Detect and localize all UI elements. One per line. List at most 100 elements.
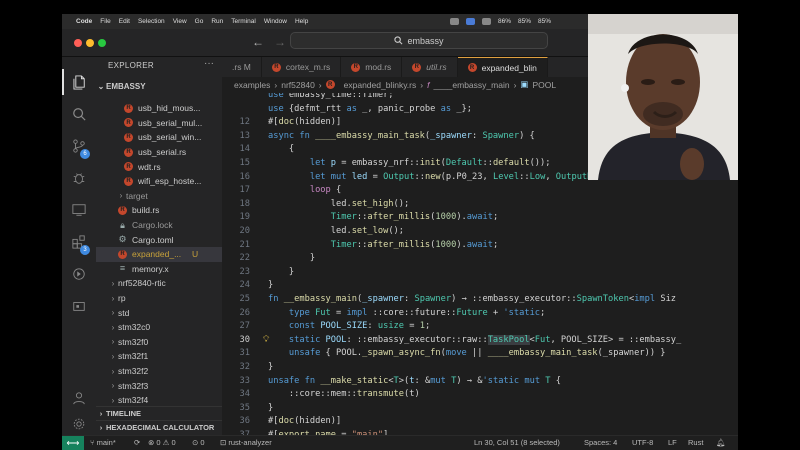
code-line[interactable]: 30 💡︎ static POOL: ::embassy_executor::ra… — [222, 334, 738, 348]
account-icon[interactable] — [62, 385, 96, 411]
tree-item[interactable]: ≡ memory.x — [96, 262, 222, 277]
extensions-icon[interactable]: 3 — [62, 229, 96, 255]
activity-bar: 6 3 — [62, 57, 96, 435]
code-line[interactable]: 32} — [222, 361, 738, 375]
workspace-header[interactable]: ⌄ EMBASSY — [96, 79, 222, 93]
code-line[interactable]: 22 } — [222, 252, 738, 266]
code-line[interactable]: 19 Timer::after_millis(1000).await; — [222, 211, 738, 225]
back-arrow-icon[interactable]: ← — [252, 35, 264, 49]
remote-indicator-icon[interactable]: ⟷ — [62, 436, 84, 450]
code-line[interactable]: 21 Timer::after_millis(1000).await; — [222, 239, 738, 253]
tree-item[interactable]: Rwifi_esp_hoste... — [96, 174, 222, 189]
tree-item[interactable]: › target — [96, 189, 222, 204]
more-actions-icon[interactable]: ··· — [204, 58, 214, 69]
containers-icon[interactable] — [62, 293, 96, 319]
sync-icon[interactable]: ⟳ — [134, 438, 140, 447]
tab-util[interactable]: Rutil.rs — [402, 57, 458, 77]
menu-file[interactable]: File — [100, 18, 110, 25]
breadcrumb-item[interactable]: nrf52840 — [281, 80, 315, 90]
tree-item[interactable]: › stm32f3 — [96, 378, 222, 393]
code-line[interactable]: 27 const POOL_SIZE: usize = 1; — [222, 320, 738, 334]
code-line[interactable]: 34 ::core::mem::transmute(t) — [222, 388, 738, 402]
timeline-section[interactable]: › TIMELINE — [96, 406, 222, 420]
menu-view[interactable]: View — [173, 18, 187, 25]
code-line[interactable]: 23 } — [222, 266, 738, 280]
tree-item[interactable]: Rusb_serial_win... — [96, 130, 222, 145]
tab-cortex-m[interactable]: Rcortex_m.rs — [262, 57, 342, 77]
breadcrumb-item[interactable]: ____embassy_main — [433, 80, 509, 90]
tree-item[interactable]: Rexpanded_... U — [96, 247, 222, 262]
zoom-window-button[interactable] — [98, 39, 106, 47]
tree-item[interactable]: › stm32f0 — [96, 335, 222, 350]
code-line[interactable]: 24} — [222, 279, 738, 293]
remote-explorer-icon[interactable] — [62, 197, 96, 223]
tree-item[interactable]: ⚙ Cargo.toml — [96, 232, 222, 247]
code-text: unsafe fn __make_static<T>(t: &mut T) → … — [268, 375, 561, 386]
code-line[interactable]: 25 fn __embassy_main(_spawner: Spawner) →… — [222, 293, 738, 307]
menu-app-name[interactable]: Code — [76, 18, 92, 25]
code-line[interactable]: 31 unsafe { POOL._spawn_async_fn(move ||… — [222, 347, 738, 361]
tree-item[interactable]: 🔒︎ Cargo.lock — [96, 218, 222, 233]
tree-item[interactable]: Rusb_serial_mul... — [96, 116, 222, 131]
rust-file-icon: R — [467, 63, 477, 72]
close-window-button[interactable] — [74, 39, 82, 47]
tab-mod[interactable]: Rmod.rs — [341, 57, 403, 77]
menu-help[interactable]: Help — [295, 18, 308, 25]
tree-item-label: stm32f1 — [118, 351, 149, 362]
command-center-search[interactable]: embassy — [290, 32, 548, 49]
tree-item-label: expanded_... — [132, 249, 182, 260]
code-text: loop { — [309, 185, 342, 196]
menu-go[interactable]: Go — [195, 18, 204, 25]
status-icon[interactable] — [450, 18, 459, 25]
encoding-status[interactable]: UTF-8 — [632, 438, 653, 447]
debug-icon[interactable] — [62, 165, 96, 191]
code-line[interactable]: 18 led.set_high(); — [222, 198, 738, 212]
indentation-status[interactable]: Spaces: 4 — [584, 438, 617, 447]
tab-modified-file[interactable]: .rs M — [222, 57, 262, 77]
search-icon[interactable] — [62, 101, 96, 127]
problems-status[interactable]: ⊗ 0 ⚠ 0 — [148, 438, 176, 447]
code-line[interactable]: 35} — [222, 402, 738, 416]
display-icon[interactable] — [482, 18, 491, 25]
breadcrumb-item[interactable]: expanded_blinky.rs — [344, 80, 417, 90]
code-line[interactable]: 17 loop { — [222, 184, 738, 198]
tree-item[interactable]: Rusb_serial.rs — [96, 145, 222, 160]
settings-gear-icon[interactable] — [62, 411, 96, 437]
code-line[interactable]: 36 #[doc(hidden)] — [222, 415, 738, 429]
tree-item[interactable]: › stm32f2 — [96, 364, 222, 379]
tree-item[interactable]: › stm32c0 — [96, 320, 222, 335]
forward-arrow-icon[interactable]: → — [274, 35, 286, 49]
language-mode[interactable]: Rust — [688, 438, 703, 447]
app-icon[interactable] — [466, 18, 475, 25]
line-number: 15 — [239, 158, 250, 168]
menu-window[interactable]: Window — [264, 18, 287, 25]
tab-expanded-blinky[interactable]: Rexpanded_blin — [457, 57, 548, 77]
tree-item[interactable]: Rbuild.rs — [96, 203, 222, 218]
code-line[interactable]: 26 type Fut = impl ::core::future::Futur… — [222, 307, 738, 321]
menu-run[interactable]: Run — [211, 18, 223, 25]
notifications-bell-icon[interactable]: 🔔︎ — [716, 438, 726, 447]
ports-status[interactable]: ⊙ 0 — [192, 438, 205, 447]
branch-status[interactable]: ⑂ main* — [90, 438, 116, 447]
code-line[interactable]: 33 unsafe fn __make_static<T>(t: &mut T) … — [222, 375, 738, 389]
explorer-icon[interactable] — [62, 69, 96, 95]
tree-item[interactable]: Rwdt.rs — [96, 159, 222, 174]
analyzer-status[interactable]: ⊡ rust-analyzer — [220, 438, 272, 447]
cursor-position[interactable]: Ln 30, Col 51 (8 selected) — [474, 438, 560, 447]
minimize-window-button[interactable] — [86, 39, 94, 47]
testing-icon[interactable] — [62, 261, 96, 287]
menu-selection[interactable]: Selection — [138, 18, 165, 25]
code-line[interactable]: 20 led.set_low(); — [222, 225, 738, 239]
breadcrumb-item[interactable]: POOL — [532, 80, 556, 90]
menu-edit[interactable]: Edit — [119, 18, 130, 25]
hex-calculator-section[interactable]: › HEXADECIMAL CALCULATOR — [96, 420, 222, 434]
menu-terminal[interactable]: Terminal — [231, 18, 256, 25]
breadcrumb-item[interactable]: examples — [234, 80, 270, 90]
source-control-icon[interactable]: 6 — [62, 133, 96, 159]
tree-item[interactable]: Rusb_hid_mous... — [96, 101, 222, 116]
eol-status[interactable]: LF — [668, 438, 677, 447]
tree-item[interactable]: › stm32f1 — [96, 349, 222, 364]
tree-item[interactable]: › rp — [96, 291, 222, 306]
tree-item[interactable]: › std — [96, 305, 222, 320]
tree-item[interactable]: › nrf52840-rtic — [96, 276, 222, 291]
